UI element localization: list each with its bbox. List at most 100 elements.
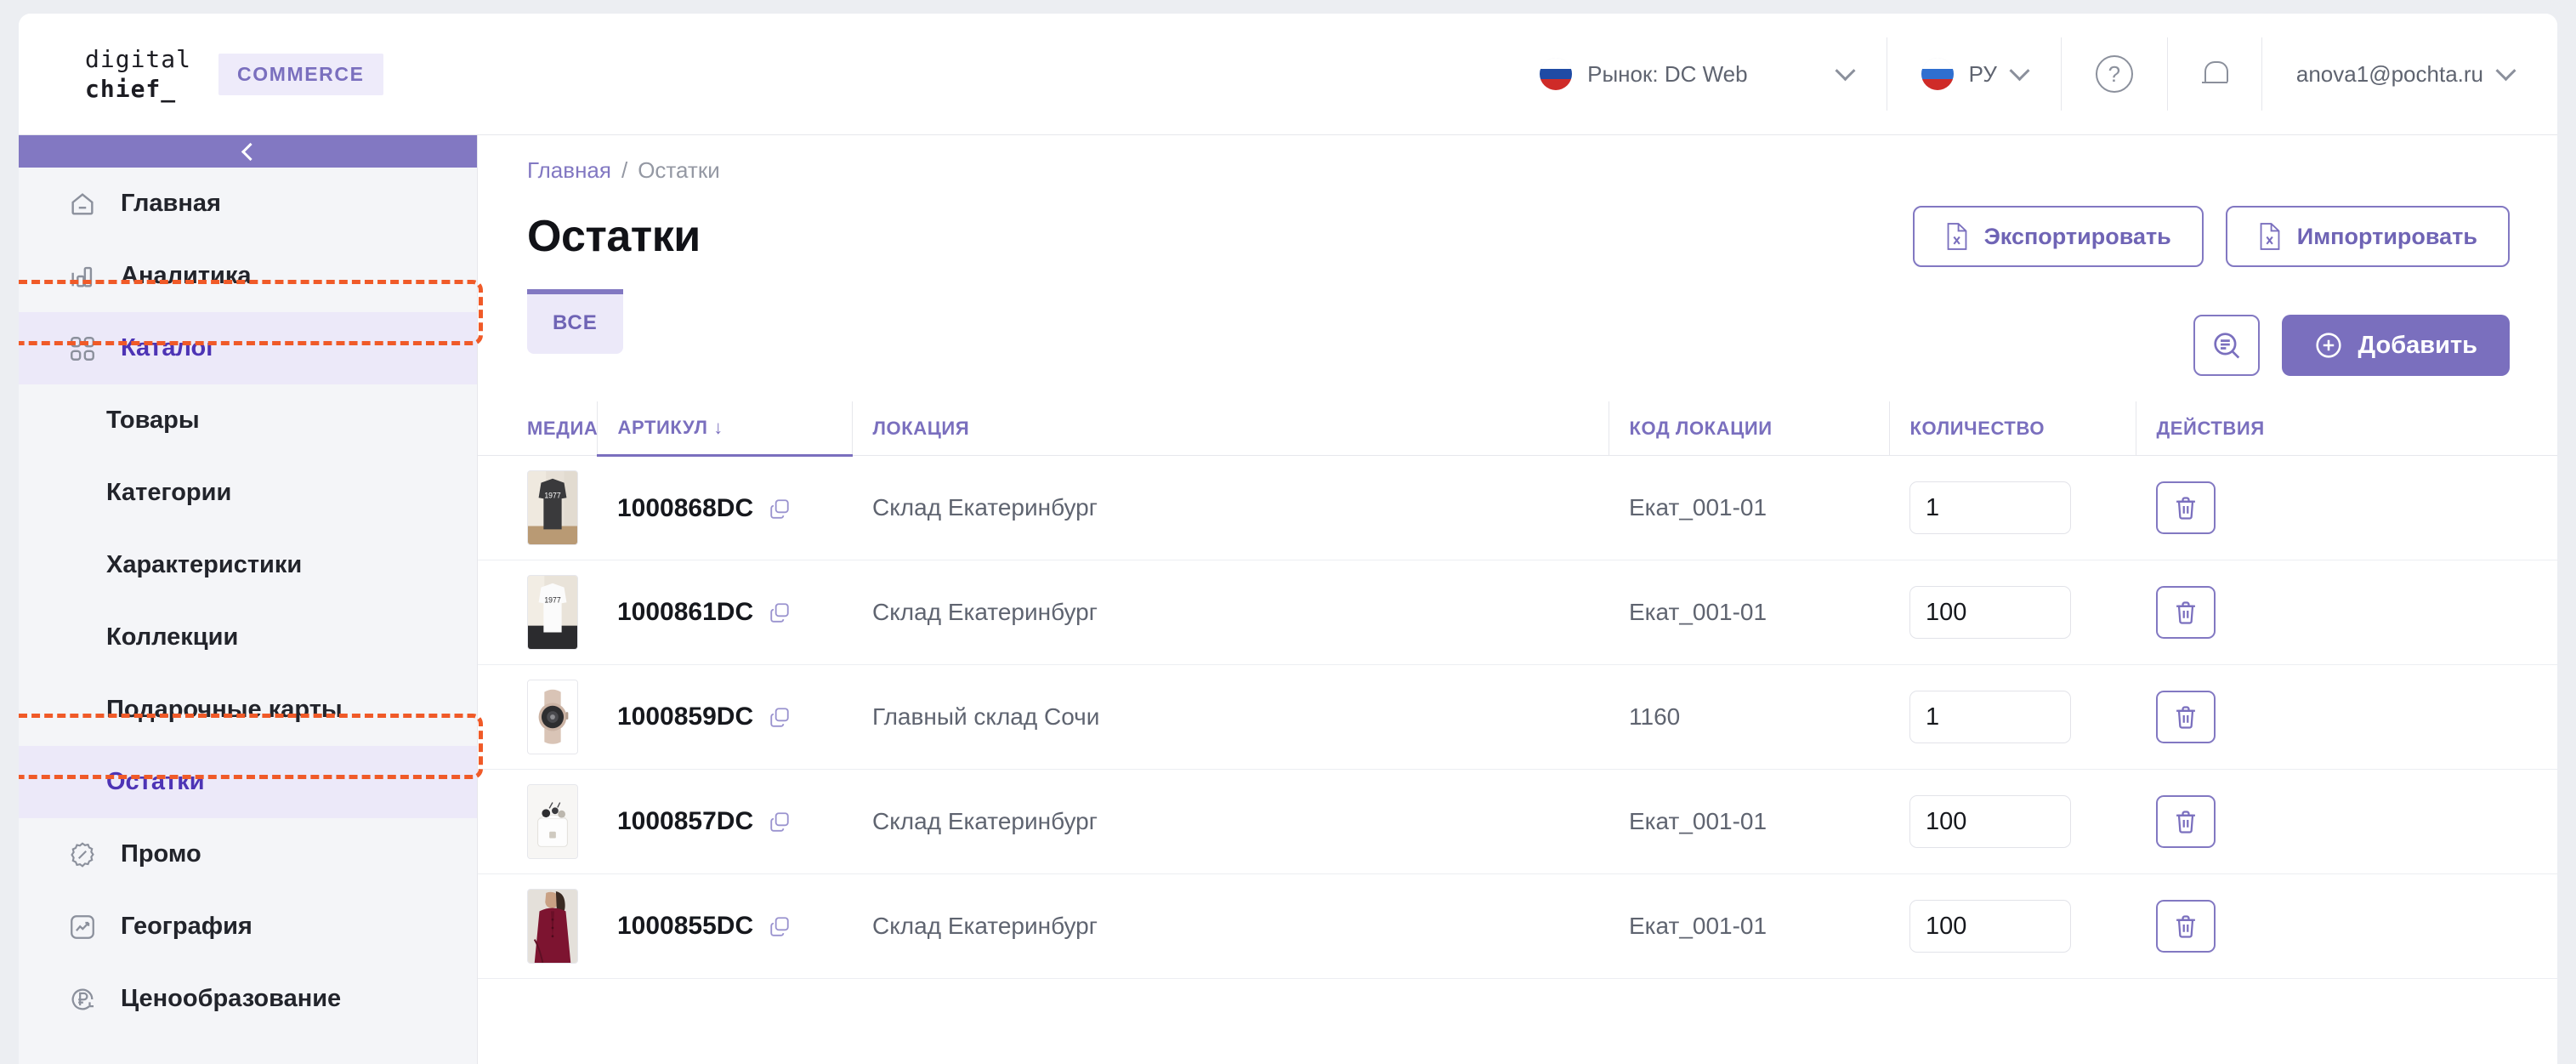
cell-media: 1977	[478, 455, 597, 560]
column-header-media[interactable]: МЕДИА	[478, 401, 598, 456]
sidebar-item-home[interactable]: Главная	[19, 168, 477, 240]
sidebar-item-label: Подарочные карты	[106, 696, 343, 723]
plus-circle-icon	[2314, 331, 2343, 360]
add-button[interactable]: Добавить	[2281, 315, 2510, 376]
commerce-badge: COMMERCE	[218, 53, 383, 95]
cell-actions	[2136, 560, 2557, 665]
cell-location-code: Екат_001-01	[1609, 769, 1889, 874]
quantity-input[interactable]	[1909, 481, 2071, 534]
cell-location-code: 1160	[1609, 664, 1889, 770]
import-button[interactable]: Импортировать	[2225, 206, 2510, 267]
copy-icon[interactable]	[769, 498, 791, 520]
cell-sku: 1000868DC	[597, 455, 852, 560]
sidebar-item-stock[interactable]: Остатки	[19, 746, 477, 818]
cell-location: Главный склад Сочи	[852, 664, 1609, 770]
cell-quantity	[1889, 873, 2136, 979]
product-thumbnail: 1977	[527, 575, 578, 650]
xls-file-icon	[1945, 222, 1969, 251]
chevron-down-icon	[2495, 60, 2516, 81]
brand-logo[interactable]: digital chief_ COMMERCE	[19, 14, 478, 134]
account-email: anova1@pochta.ru	[2295, 60, 2483, 87]
product-thumbnail	[527, 889, 578, 964]
sidebar-item-label: Каталог	[121, 334, 217, 361]
sidebar-item-catalog[interactable]: Каталог	[19, 312, 477, 384]
top-bar-spacer	[478, 14, 1506, 134]
sidebar-item-categories[interactable]: Категории	[19, 457, 477, 529]
sidebar-item-label: География	[121, 913, 252, 940]
svg-text:1977: 1977	[544, 595, 560, 604]
cell-location: Склад Екатеринбург	[852, 455, 1609, 560]
cell-sku: 1000859DC	[597, 664, 852, 770]
quantity-input[interactable]	[1909, 795, 2071, 848]
cell-media	[478, 769, 597, 874]
sidebar-item-label: Ценообразование	[121, 985, 342, 1012]
bar-chart-icon	[68, 262, 97, 291]
breadcrumb-home[interactable]: Главная	[527, 157, 611, 184]
sidebar-item-collections[interactable]: Коллекции	[19, 601, 477, 674]
help-button[interactable]: ?	[2062, 14, 2167, 134]
export-button[interactable]: Экспортировать	[1912, 206, 2204, 267]
product-thumbnail	[527, 784, 578, 859]
trend-box-icon	[68, 913, 97, 942]
home-icon	[68, 190, 97, 219]
sidebar-item-pricing[interactable]: Ценообразование	[19, 963, 477, 1035]
sidebar-item-products[interactable]: Товары	[19, 384, 477, 457]
toolbar-actions: Добавить	[2193, 315, 2510, 376]
market-label: Рынок: DC Web	[1587, 60, 1748, 87]
grid-icon	[68, 334, 97, 363]
breadcrumb-separator: /	[621, 157, 628, 183]
delete-row-button[interactable]	[2156, 481, 2216, 534]
column-header-sku[interactable]: АРТИКУЛ ↓	[596, 401, 852, 457]
sidebar-item-analytics[interactable]: Аналитика	[19, 240, 477, 312]
cell-actions	[2136, 769, 2557, 874]
table-header-row: МЕДИА АРТИКУЛ ↓ ЛОКАЦИЯ КОД ЛОКАЦИИ КОЛИ…	[478, 401, 2557, 457]
sidebar-item-label: Категории	[106, 479, 232, 506]
delete-row-button[interactable]	[2156, 900, 2216, 953]
delete-row-button[interactable]	[2156, 795, 2216, 848]
cell-actions	[2136, 873, 2557, 979]
sidebar-collapse-button[interactable]	[19, 135, 477, 168]
tab-and-tools-row: ВСЕ Добавить	[478, 289, 2557, 376]
search-filter-button[interactable]	[2193, 315, 2260, 376]
quantity-input[interactable]	[1909, 900, 2071, 953]
app-body: Главная Аналитика Каталог Товары Категор…	[19, 135, 2557, 1064]
column-header-location[interactable]: ЛОКАЦИЯ	[851, 401, 1609, 456]
cell-media: 1977	[478, 560, 597, 665]
sidebar-item-geography[interactable]: География	[19, 890, 477, 963]
cell-sku: 1000857DC	[597, 769, 852, 874]
cell-actions	[2136, 455, 2557, 560]
quantity-input[interactable]	[1909, 691, 2071, 743]
sidebar-item-promo[interactable]: Промо	[19, 818, 477, 890]
xls-file-icon	[2258, 222, 2282, 251]
product-thumbnail: 1977	[527, 470, 578, 545]
copy-icon[interactable]	[769, 706, 791, 728]
notifications-button[interactable]	[2168, 14, 2261, 134]
language-selector[interactable]: РУ	[1887, 14, 2061, 134]
logo-line-1: digital	[85, 45, 192, 73]
cell-location: Склад Екатеринбург	[852, 769, 1609, 874]
breadcrumb: Главная / Остатки	[527, 157, 2510, 184]
copy-icon[interactable]	[769, 915, 791, 937]
bell-icon	[2201, 60, 2228, 88]
sku-value: 1000861DC	[617, 598, 754, 626]
header-actions: Экспортировать Импортировать	[1912, 206, 2510, 267]
copy-icon[interactable]	[769, 601, 791, 623]
sidebar-item-attributes[interactable]: Характеристики	[19, 529, 477, 601]
table-row: 1000857DC Склад Екатеринбург Екат_001-01	[478, 769, 2557, 874]
sku-value: 1000859DC	[617, 703, 754, 731]
delete-row-button[interactable]	[2156, 586, 2216, 639]
delete-row-button[interactable]	[2156, 691, 2216, 743]
tab-all[interactable]: ВСЕ	[527, 289, 623, 354]
language-label: РУ	[1968, 60, 1997, 87]
market-selector[interactable]: Рынок: DC Web	[1506, 14, 1886, 134]
account-menu[interactable]: anova1@pochta.ru	[2262, 14, 2557, 134]
sidebar-item-gift-cards[interactable]: Подарочные карты	[19, 674, 477, 746]
cell-location-code: Екат_001-01	[1609, 873, 1889, 979]
filter-search-icon	[2210, 329, 2243, 361]
column-header-location-code[interactable]: КОД ЛОКАЦИИ	[1608, 401, 1889, 456]
arrow-down-icon: ↓	[713, 417, 723, 438]
main-content: Главная / Остатки Остатки Экспортировать	[478, 135, 2557, 1064]
copy-icon[interactable]	[769, 811, 791, 833]
column-header-quantity[interactable]: КОЛИЧЕСТВО	[1888, 401, 2136, 456]
quantity-input[interactable]	[1909, 586, 2071, 639]
